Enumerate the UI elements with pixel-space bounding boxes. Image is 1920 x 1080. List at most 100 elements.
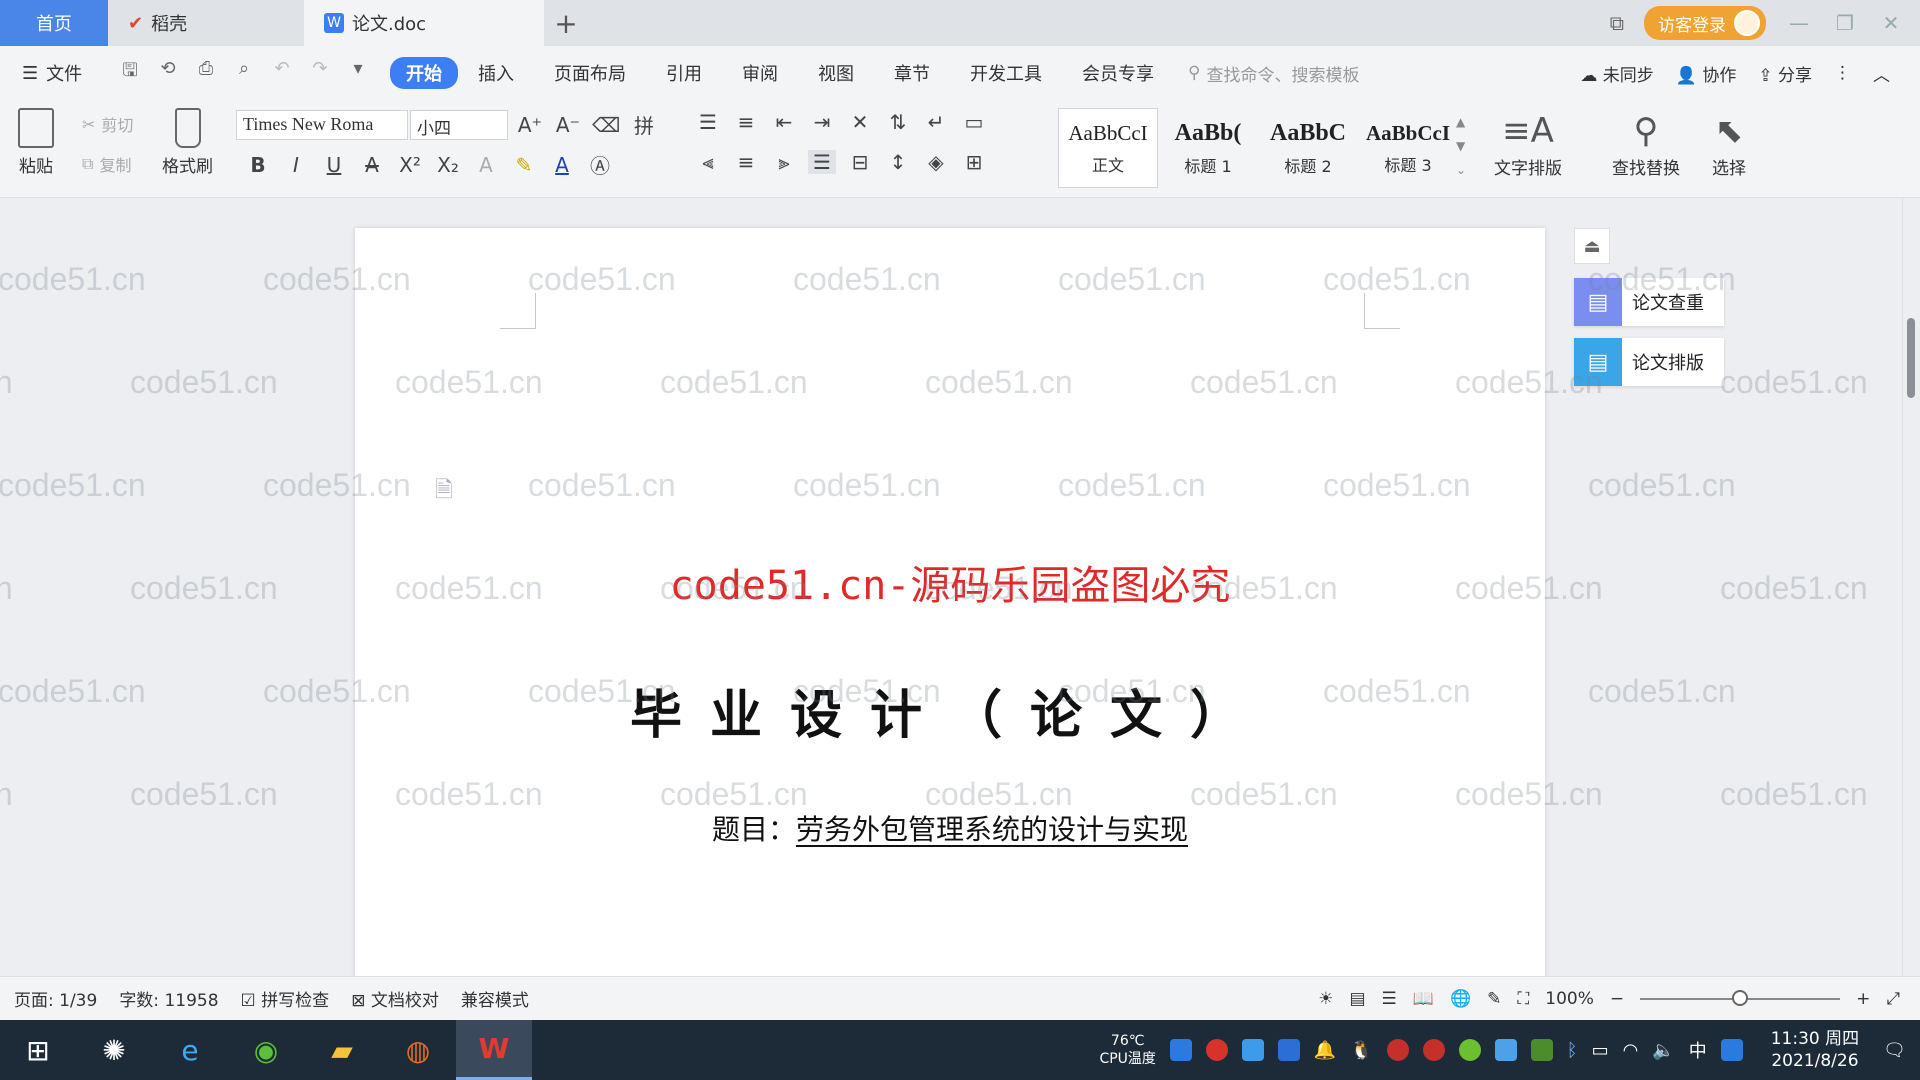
cpu-temp-widget[interactable]: 76℃ CPU温度 (1099, 1032, 1155, 1068)
cloud-save-icon[interactable]: ⟲ (156, 58, 180, 88)
tab-member[interactable]: 会员专享 (1062, 60, 1174, 86)
tray-app-icon[interactable] (1205, 1039, 1228, 1061)
find-replace-button[interactable]: ⚲ 查找替换 (1612, 108, 1680, 179)
highlight-icon[interactable]: ✎ (510, 153, 538, 177)
shrink-font-icon[interactable]: A⁻ (554, 113, 582, 137)
show-marks-icon[interactable]: ↵ (922, 110, 950, 134)
document-workspace[interactable]: 🗎 code51.cn-源码乐园盗图必究 毕业设计（论文） 题目：劳务外包管理系… (0, 198, 1902, 976)
doc-proof-button[interactable]: ⊠ 文档校对 (351, 986, 439, 1011)
thesis-subject[interactable]: 题目：劳务外包管理系统的设计与实现 (355, 808, 1545, 848)
wps-taskbar-icon[interactable]: W (456, 1020, 532, 1080)
tray-app-icon[interactable] (1169, 1039, 1192, 1061)
chinese-layout-icon[interactable]: ✕ (846, 110, 874, 134)
customize-icon[interactable]: ▾ (346, 58, 370, 88)
page-view-icon[interactable]: ▤ (1349, 989, 1365, 1009)
print-preview-icon[interactable]: ⌕ (232, 58, 256, 88)
tab-review[interactable]: 审阅 (722, 60, 798, 86)
zoom-level[interactable]: 100% (1545, 989, 1594, 1009)
font-color-icon[interactable]: A (548, 153, 576, 177)
font-name-select[interactable]: Times New Roma (236, 110, 408, 140)
ime-indicator[interactable]: 中 (1689, 1037, 1707, 1063)
bullet-list-icon[interactable]: ☰ (694, 110, 722, 134)
style-heading-1[interactable]: AaBb( 标题 1 (1158, 108, 1258, 188)
cut-button[interactable]: ✂ 剪切 (82, 112, 133, 136)
thesis-format-button[interactable]: ▤ 论文排版 (1574, 338, 1724, 386)
tab-developer[interactable]: 开发工具 (950, 60, 1062, 86)
font-size-select[interactable]: 小四 (410, 110, 508, 140)
tray-app-icon[interactable] (1386, 1039, 1409, 1061)
underline-icon[interactable]: U (320, 153, 348, 177)
write-mode-icon[interactable]: ✎ (1487, 989, 1501, 1009)
undo-icon[interactable]: ↶ (270, 58, 294, 88)
tab-document[interactable]: W 论文.doc (304, 0, 544, 46)
redo-icon[interactable]: ↷ (308, 58, 332, 88)
text-layout-button[interactable]: ≡A 文字排版 (1494, 108, 1562, 179)
numbered-list-icon[interactable]: ≡ (732, 110, 760, 134)
ie-icon[interactable]: e (152, 1020, 228, 1080)
select-button[interactable]: ⬉ 选择 (1712, 108, 1746, 179)
tab-home[interactable]: 首页 (0, 0, 108, 46)
qq-icon[interactable]: 🐧 (1350, 1040, 1372, 1061)
word-count[interactable]: 字数: 11958 (119, 986, 218, 1011)
italic-icon[interactable]: I (282, 153, 310, 177)
command-search[interactable]: ⚲ 查找命令、搜索模板 (1188, 61, 1359, 86)
shield-icon[interactable] (1277, 1039, 1300, 1061)
nvidia-icon[interactable] (1530, 1039, 1553, 1061)
style-heading-2[interactable]: AaBbC 标题 2 (1258, 108, 1358, 188)
collaborate-button[interactable]: 👤 协作 (1676, 61, 1737, 86)
tab-references[interactable]: 引用 (646, 60, 722, 86)
minimize-icon[interactable]: — (1786, 11, 1812, 35)
tab-start[interactable]: 开始 (390, 57, 458, 89)
bell-icon[interactable]: 🔔 (1314, 1040, 1336, 1061)
clock[interactable]: 11:30 周四 2021/8/26 (1771, 1028, 1859, 1072)
fan-app-icon[interactable]: ✺ (76, 1020, 152, 1080)
file-menu[interactable]: ☰ 文件 (0, 60, 110, 86)
reading-view-icon[interactable]: 📖 (1413, 989, 1434, 1009)
zoom-out-icon[interactable]: − (1610, 989, 1624, 1009)
tray-app-icon[interactable] (1241, 1039, 1264, 1061)
tab-insert[interactable]: 插入 (458, 60, 534, 86)
battery-icon[interactable]: ▭ (1592, 1040, 1609, 1061)
paragraph-marker-icon[interactable]: 🗎 (435, 473, 453, 511)
subscript-icon[interactable]: X₂ (434, 153, 462, 177)
bluetooth-icon[interactable]: ᛒ (1567, 1040, 1578, 1061)
clear-format-icon[interactable]: ⌫ (592, 113, 620, 137)
eye-protect-icon[interactable]: ☀ (1318, 989, 1333, 1009)
align-right-icon[interactable]: ⫸ (770, 150, 798, 174)
line-spacing-icon[interactable]: ↕ (884, 150, 912, 174)
increase-indent-icon[interactable]: ⇥ (808, 110, 836, 134)
vertical-scrollbar[interactable] (1902, 198, 1920, 976)
tab-page-layout[interactable]: 页面布局 (534, 60, 646, 86)
format-painter-button[interactable]: 格式刷 (162, 108, 213, 177)
align-center-icon[interactable]: ≡ (732, 150, 760, 174)
sync-status[interactable]: ☁ 未同步 (1580, 61, 1653, 86)
tab-view[interactable]: 视图 (798, 60, 874, 86)
char-border-icon[interactable]: Ⓐ (586, 150, 614, 179)
close-icon[interactable]: ✕ (1878, 11, 1904, 35)
restore-icon[interactable]: ❐ (1832, 11, 1858, 35)
justify-icon[interactable]: ☰ (808, 150, 836, 174)
fullscreen-icon[interactable]: ⤢ (1886, 989, 1900, 1009)
notification-icon[interactable]: 🗨 (1883, 1040, 1906, 1061)
start-button[interactable]: ⊞ (0, 1020, 76, 1080)
text-effect-icon[interactable]: A (472, 153, 500, 177)
sort-icon[interactable]: ⇅ (884, 110, 912, 134)
panel-collapse-button[interactable]: ⏏ (1574, 228, 1610, 264)
browser-360-icon[interactable]: ◉ (228, 1020, 304, 1080)
tab-daoke[interactable]: ✔ 稻壳 (108, 0, 304, 46)
window-layout-icon[interactable]: ⧉ (1610, 11, 1624, 35)
tray-app-icon[interactable] (1458, 1039, 1481, 1061)
strikethrough-icon[interactable]: A (358, 153, 386, 177)
style-normal[interactable]: AaBbCcI 正文 (1058, 108, 1158, 188)
outline-view-icon[interactable]: ☰ (1382, 989, 1397, 1009)
web-view-icon[interactable]: 🌐 (1450, 989, 1471, 1009)
zoom-slider-knob[interactable] (1732, 989, 1749, 1006)
collapse-ribbon-icon[interactable]: ︿ (1873, 61, 1890, 86)
style-heading-3[interactable]: AaBbCcI 标题 3 (1358, 108, 1458, 188)
superscript-icon[interactable]: X² (396, 153, 424, 177)
more-icon[interactable]: ⋮ (1834, 63, 1851, 83)
align-left-icon[interactable]: ⫷ (694, 150, 722, 174)
new-tab-button[interactable]: + (544, 0, 588, 46)
input-method-icon[interactable] (1720, 1039, 1743, 1061)
ruler-icon[interactable]: ▭ (960, 110, 988, 134)
